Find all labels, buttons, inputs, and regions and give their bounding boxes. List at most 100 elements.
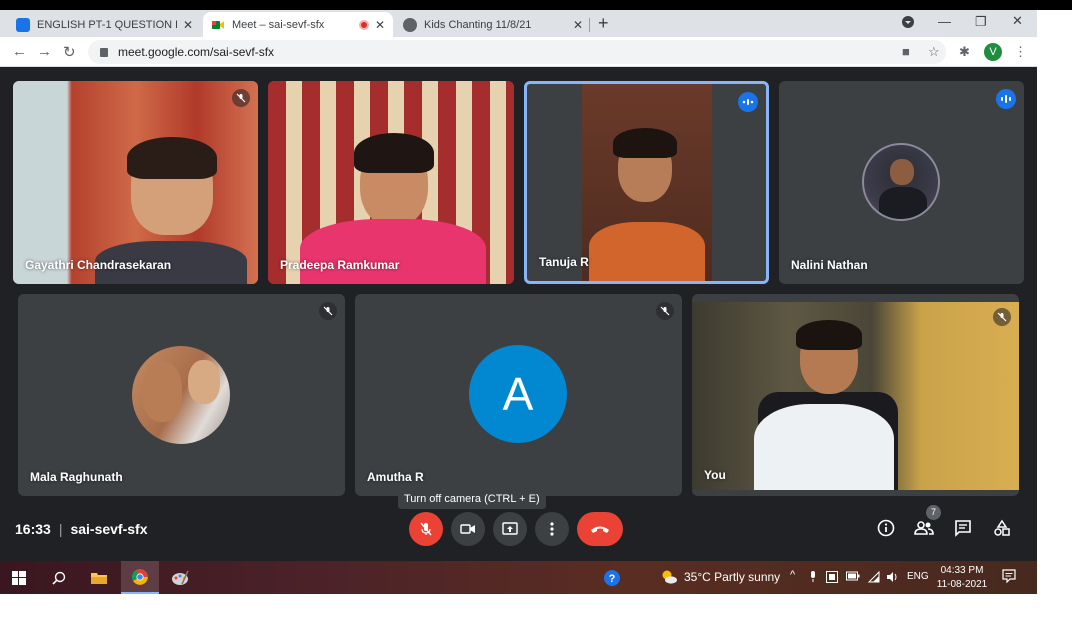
chrome-taskbar-icon[interactable] <box>121 561 159 594</box>
battery-icon[interactable] <box>846 571 860 584</box>
address-bar[interactable]: meet.google.com/sai-sevf-sfx <box>88 40 946 64</box>
participant-avatar <box>862 143 940 221</box>
clock-time: 04:33 PM <box>940 565 984 576</box>
meeting-info: 16:33 | sai-sevf-sfx <box>15 521 148 537</box>
meeting-code: sai-sevf-sfx <box>70 521 148 537</box>
mic-off-icon <box>656 302 674 320</box>
participant-tile[interactable]: Pradeepa Ramkumar <box>268 81 514 284</box>
participant-avatar <box>132 346 230 444</box>
more-options-button[interactable] <box>535 512 569 546</box>
close-icon[interactable]: ✕ <box>573 18 583 32</box>
restore-icon[interactable]: ❐ <box>975 14 987 30</box>
tab-english-paper[interactable]: ENGLISH PT-1 QUESTION PAPER ✕ <box>8 12 201 37</box>
participant-tile[interactable]: Nalini Nathan <box>779 81 1024 284</box>
mic-off-icon <box>993 308 1011 326</box>
tray-app-icon[interactable] <box>826 571 838 586</box>
participant-tile[interactable]: Tanuja R <box>524 81 769 284</box>
meet-control-bar: 16:33 | sai-sevf-sfx 7 <box>0 505 1037 561</box>
participant-name: Nalini Nathan <box>791 258 868 272</box>
notifications-icon[interactable] <box>1002 569 1016 586</box>
participant-name: Amutha R <box>367 470 424 484</box>
wifi-icon[interactable] <box>867 570 880 586</box>
meeting-time: 16:33 <box>15 521 51 537</box>
reload-icon[interactable]: ↻ <box>63 43 76 61</box>
tab-separator <box>589 18 590 32</box>
recording-indicator-icon <box>358 19 369 30</box>
close-icon[interactable]: ✕ <box>375 18 385 32</box>
top-black-strip <box>0 0 1072 10</box>
meet-icon <box>211 18 225 32</box>
new-tab-plus-icon[interactable]: + <box>598 13 609 34</box>
speaking-indicator-icon <box>738 92 758 112</box>
participant-hair <box>354 133 434 173</box>
bookmark-star-icon[interactable]: ☆ <box>928 44 940 60</box>
lock-icon <box>100 47 108 57</box>
svg-text:?: ? <box>609 573 616 585</box>
file-explorer-icon[interactable] <box>80 561 118 594</box>
participant-hair <box>127 137 217 179</box>
minimize-icon[interactable]: — <box>938 14 951 29</box>
windows-start-icon[interactable] <box>0 561 38 594</box>
classroom-icon <box>16 17 30 32</box>
menu-kebab-icon[interactable]: ⋮ <box>1014 44 1027 60</box>
tab-kids-chanting[interactable]: Kids Chanting 11/8/21 ✕ <box>395 12 591 37</box>
chat-button[interactable] <box>952 517 974 539</box>
people-button[interactable] <box>913 517 935 539</box>
weather-text[interactable]: 35°C Partly sunny <box>684 570 780 584</box>
weather-icon <box>660 569 678 590</box>
participant-dress <box>589 222 705 281</box>
participant-name: Pradeepa Ramkumar <box>280 258 400 272</box>
participant-name: Gayathri Chandrasekaran <box>25 258 172 272</box>
browser-toolbar: ← → ↻ meet.google.com/sai-sevf-sfx ■ ☆ ✱… <box>0 37 1037 67</box>
mic-off-icon <box>232 89 250 107</box>
participant-tile[interactable]: Gayathri Chandrasekaran <box>13 81 258 284</box>
browser-tabstrip: ENGLISH PT-1 QUESTION PAPER ✕ Meet – sai… <box>0 10 1037 37</box>
meet-stage: Gayathri Chandrasekaran Pradeepa Ramkuma… <box>0 67 1037 561</box>
meeting-details-info-icon[interactable] <box>875 517 897 539</box>
participant-name: Mala Raghunath <box>30 470 123 484</box>
windows-taskbar: ? 35°C Partly sunny ^ ENG 04:33 PM 11-08… <box>0 561 1037 594</box>
volume-icon[interactable] <box>886 571 898 586</box>
camera-in-use-icon[interactable]: ■ <box>902 44 910 59</box>
camera-toggle-button[interactable] <box>451 512 485 546</box>
activities-button[interactable] <box>991 517 1013 539</box>
close-icon[interactable]: ✕ <box>183 18 193 32</box>
tab-meet[interactable]: Meet – sai-sevf-sfx ✕ <box>203 12 393 37</box>
show-hidden-icons-chevron-icon[interactable]: ^ <box>790 569 795 581</box>
search-icon[interactable] <box>40 561 78 594</box>
tab-title: Kids Chanting 11/8/21 <box>424 18 532 31</box>
tab-title: Meet – sai-sevf-sfx <box>232 18 325 31</box>
help-icon[interactable]: ? <box>593 561 631 594</box>
url-text: meet.google.com/sai-sevf-sfx <box>118 45 275 59</box>
system-clock[interactable]: 04:33 PM 11-08-2021 <box>936 564 988 592</box>
participant-tile[interactable]: Mala Raghunath <box>18 294 345 496</box>
people-count-badge: 7 <box>926 505 941 520</box>
paint-app-icon[interactable] <box>161 561 199 594</box>
back-arrow-icon[interactable]: ← <box>12 43 27 60</box>
profile-avatar[interactable]: V <box>984 43 1002 61</box>
tab-title: ENGLISH PT-1 QUESTION PAPER <box>37 18 177 31</box>
present-screen-button[interactable] <box>493 512 527 546</box>
participant-dress <box>300 219 486 284</box>
mic-off-icon <box>319 302 337 320</box>
participant-tile[interactable]: A Amutha R <box>355 294 682 496</box>
clock-date: 11-08-2021 <box>936 579 988 590</box>
input-language[interactable]: ENG <box>907 571 929 582</box>
globe-icon <box>403 17 417 32</box>
participant-tile-self[interactable]: You <box>692 294 1019 496</box>
leave-call-button[interactable] <box>577 512 623 546</box>
participant-name: You <box>704 468 726 482</box>
self-shirt <box>754 404 894 490</box>
participant-hair <box>613 128 677 158</box>
participant-avatar: A <box>469 345 567 443</box>
screen: ENGLISH PT-1 QUESTION PAPER ✕ Meet – sai… <box>0 0 1072 631</box>
forward-arrow-icon[interactable]: → <box>37 43 52 60</box>
extensions-puzzle-icon[interactable]: ✱ <box>959 44 970 60</box>
media-control-icon[interactable] <box>902 16 914 31</box>
self-hair <box>796 320 862 350</box>
mic-toggle-button[interactable] <box>409 512 443 546</box>
participant-name: Tanuja R <box>539 255 589 269</box>
microphone-tray-icon[interactable] <box>809 571 817 586</box>
divider: | <box>58 521 63 537</box>
window-close-icon[interactable]: ✕ <box>1012 13 1023 29</box>
